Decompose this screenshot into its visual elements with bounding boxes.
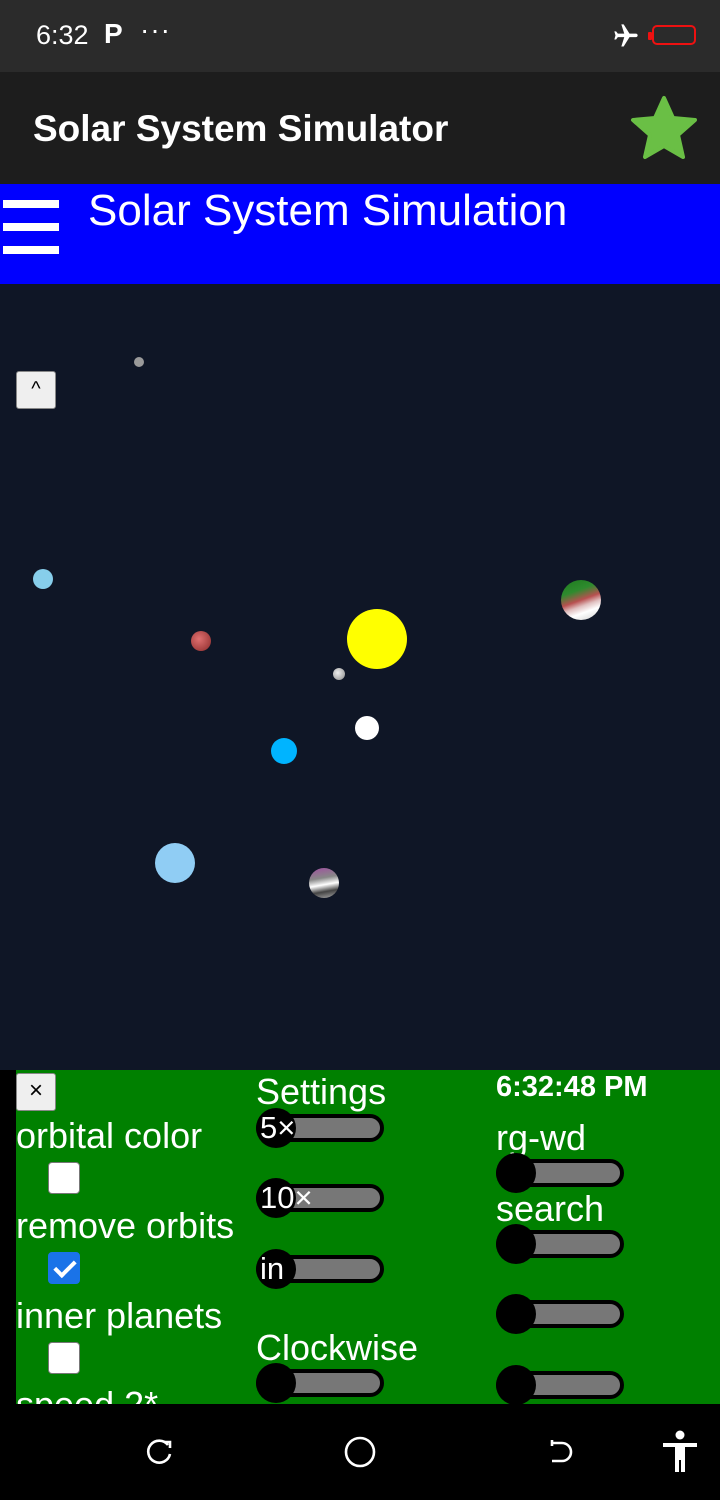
airplane-icon (614, 24, 638, 47)
remove-orbits-checkbox[interactable] (48, 1252, 80, 1284)
rg-wd-toggle[interactable] (496, 1153, 624, 1193)
more-notifications-icon: ··· (140, 14, 171, 45)
planet-red (191, 631, 211, 651)
rg-wd-knob (496, 1153, 536, 1193)
speed-5x-label: 5× (256, 1108, 296, 1148)
accessibility-icon[interactable] (660, 1430, 700, 1474)
search-toggle[interactable] (496, 1224, 624, 1264)
clockwise-knob (256, 1363, 296, 1403)
speed-5x-toggle[interactable]: 5× (256, 1108, 384, 1148)
settings-title: Settings (256, 1071, 387, 1112)
recents-icon[interactable] (144, 1436, 176, 1468)
status-bar: 6:32 P ··· (0, 0, 720, 72)
inner-planets-label: inner planets (16, 1295, 223, 1336)
inner-planets-checkbox[interactable] (48, 1342, 80, 1374)
zoom-in-label: in (256, 1249, 296, 1289)
home-icon[interactable] (342, 1434, 378, 1470)
planet-white (355, 716, 379, 740)
planet-lightblue-large (155, 843, 195, 883)
parking-notification-icon: P (104, 18, 123, 49)
battery-low-icon (648, 25, 696, 45)
hamburger-icon[interactable] (3, 200, 59, 256)
close-settings-button[interactable]: × (16, 1073, 56, 1111)
extra-toggle-1-knob (496, 1294, 536, 1334)
back-icon[interactable] (544, 1436, 576, 1468)
zoom-in-toggle[interactable]: in (256, 1249, 384, 1289)
simulation-canvas[interactable] (0, 284, 720, 1070)
planet-striped-green (561, 580, 601, 620)
collapse-button[interactable]: ^ (16, 371, 56, 409)
rg-wd-label: rg-wd (496, 1117, 587, 1158)
speed-2x-label: speed 2* (16, 1384, 158, 1404)
extra-toggle-2[interactable] (496, 1365, 624, 1404)
navigation-bar (0, 1404, 720, 1500)
clockwise-toggle[interactable] (256, 1363, 384, 1403)
extra-toggle-2-knob (496, 1365, 536, 1404)
planet-striped-purple (309, 868, 339, 898)
settings-panel: × orbital color remove orbits inner plan… (16, 1070, 720, 1404)
star-icon[interactable] (628, 94, 700, 162)
clock-display: 6:32:48 PM (496, 1071, 648, 1103)
app-bar: Solar System Simulator (0, 72, 720, 184)
status-time: 6:32 (36, 20, 89, 50)
speed-10x-label: 10× (256, 1178, 313, 1218)
page-title: Solar System Simulation (88, 186, 568, 235)
search-knob (496, 1224, 536, 1264)
app-title: Solar System Simulator (33, 108, 449, 149)
orbital-color-checkbox[interactable] (48, 1162, 80, 1194)
planet-lightblue-small (33, 569, 53, 589)
orbital-color-label: orbital color (16, 1115, 203, 1156)
speed-10x-toggle[interactable]: 10× (256, 1178, 384, 1218)
sun (347, 609, 407, 669)
moon-gray-2 (333, 668, 345, 680)
planet-cyan (271, 738, 297, 764)
remove-orbits-label: remove orbits (16, 1205, 235, 1246)
extra-toggle-1[interactable] (496, 1294, 624, 1334)
moon-gray-1 (134, 357, 144, 367)
